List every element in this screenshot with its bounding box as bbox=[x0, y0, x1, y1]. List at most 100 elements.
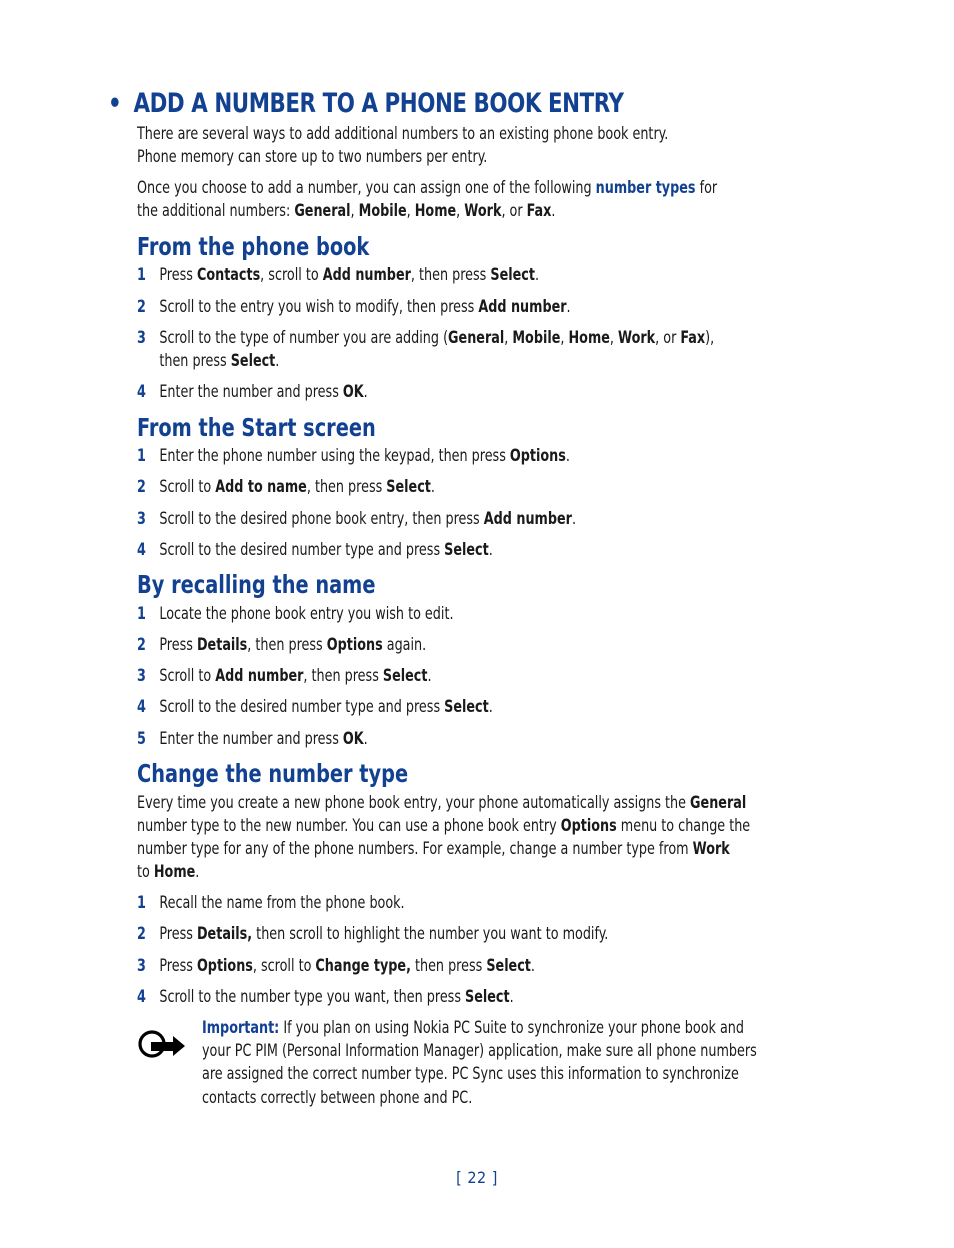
key-label: Add number bbox=[478, 297, 567, 316]
step-text: . bbox=[488, 540, 493, 559]
separator: , bbox=[350, 201, 359, 220]
key-label: Select bbox=[230, 351, 276, 370]
step-text: . bbox=[275, 351, 280, 370]
step-number: 1 bbox=[137, 446, 146, 465]
para-text: . bbox=[195, 862, 200, 881]
para-text: menu to change the bbox=[616, 816, 751, 835]
step-text: Enter the number and press bbox=[159, 382, 343, 401]
step-text: Press bbox=[159, 956, 197, 975]
step: 5 Enter the number and press OK. bbox=[137, 727, 368, 750]
step-text: Scroll to the desired number type and pr… bbox=[159, 540, 445, 559]
key-label: Select bbox=[444, 540, 489, 559]
step-text: . bbox=[363, 729, 368, 748]
note-text: If you plan on using Nokia PC Suite to s… bbox=[279, 1018, 744, 1037]
step-number: 3 bbox=[137, 666, 146, 685]
step-number: 4 bbox=[137, 987, 146, 1006]
change-para-line-1: Every time you create a new phone book e… bbox=[137, 791, 746, 814]
type-fax: Fax bbox=[526, 201, 552, 220]
step-number: 1 bbox=[137, 265, 146, 284]
intro-text: for bbox=[695, 178, 718, 197]
heading-change-number-type: Change the number type bbox=[137, 759, 409, 788]
para-text: number type to the new number. You can u… bbox=[137, 816, 561, 835]
key-label: Select bbox=[465, 987, 510, 1006]
step-text: . bbox=[530, 956, 535, 975]
note-line-3: are assigned the correct number type. PC… bbox=[202, 1064, 739, 1083]
change-para-line-4: to Home. bbox=[137, 860, 199, 883]
separator: , or bbox=[501, 201, 527, 220]
key-label: Contacts bbox=[196, 265, 261, 284]
step-text: , then press bbox=[303, 666, 383, 685]
step-number: 1 bbox=[137, 604, 146, 623]
step-text: . bbox=[509, 987, 514, 1006]
key-label: Add number bbox=[483, 509, 572, 528]
heading-from-start-screen: From the Start screen bbox=[137, 413, 376, 442]
step: 1 Enter the phone number using the keypad… bbox=[137, 444, 570, 467]
step-text: , or bbox=[655, 328, 681, 347]
document-page: • ADD A NUMBER TO A PHONE BOOK ENTRY Ther… bbox=[0, 0, 954, 1248]
step-number: 3 bbox=[137, 509, 146, 528]
key-label: General bbox=[690, 793, 747, 812]
step: 1 Recall the name from the phone book. bbox=[137, 891, 405, 914]
step-text: . bbox=[430, 477, 435, 496]
step-text: ), bbox=[705, 328, 715, 347]
step-text: again. bbox=[382, 635, 427, 654]
step: 2 Press Details, then scroll to highlight… bbox=[137, 922, 608, 945]
key-label: Home bbox=[568, 328, 610, 347]
key-label: Mobile bbox=[512, 328, 561, 347]
intro-text: Once you choose to add a number, you can… bbox=[137, 178, 596, 197]
step-number: 2 bbox=[137, 924, 146, 943]
step-number: 3 bbox=[137, 328, 146, 347]
step: 3 Scroll to the desired phone book entry,… bbox=[137, 507, 576, 530]
step-text: , then press bbox=[306, 477, 387, 496]
step-text: . bbox=[534, 265, 539, 284]
step-number: 4 bbox=[137, 697, 146, 716]
type-work: Work bbox=[464, 201, 502, 220]
step-text: , scroll to bbox=[252, 956, 316, 975]
type-home: Home bbox=[414, 201, 457, 220]
step-text: , then press bbox=[410, 265, 491, 284]
step-text: then scroll to highlight the number you … bbox=[252, 924, 609, 943]
note-line-1: Important: If you plan on using Nokia PC… bbox=[202, 1016, 744, 1039]
step-text: then press bbox=[159, 351, 231, 370]
step-text: Scroll to the desired phone book entry, … bbox=[159, 509, 484, 528]
step-number: 2 bbox=[137, 297, 146, 316]
intro-line-1: There are several ways to add additional… bbox=[137, 124, 669, 143]
step: 3 Press Options, scroll to Change type, t… bbox=[137, 954, 535, 977]
period: . bbox=[551, 201, 556, 220]
key-label: General bbox=[448, 328, 505, 347]
step-text: Enter the phone number using the keypad,… bbox=[159, 446, 510, 465]
step-text: Enter the number and press bbox=[159, 729, 343, 748]
key-label: Select bbox=[486, 956, 531, 975]
separator: , bbox=[456, 201, 465, 220]
step: 2 Scroll to Add to name, then press Selec… bbox=[137, 475, 435, 498]
key-label: Change type, bbox=[315, 956, 411, 975]
para-text: to bbox=[137, 862, 154, 881]
key-label: Options bbox=[196, 956, 253, 975]
para-text: number type for any of the phone numbers… bbox=[137, 839, 693, 858]
key-label: Select bbox=[386, 477, 431, 496]
key-label: Fax bbox=[680, 328, 706, 347]
step-text: . bbox=[488, 697, 493, 716]
step-number: 4 bbox=[137, 382, 146, 401]
step-text: Scroll to bbox=[159, 477, 216, 496]
intro-para-2-line-2: the additional numbers: General, Mobile,… bbox=[137, 199, 555, 222]
change-para-line-3: number type for any of the phone numbers… bbox=[137, 837, 730, 860]
step-text: Recall the name from the phone book. bbox=[159, 893, 405, 912]
type-mobile: Mobile bbox=[358, 201, 407, 220]
step-text: , scroll to bbox=[260, 265, 323, 284]
step-text: Press bbox=[159, 635, 197, 654]
step: 4 Scroll to the number type you want, the… bbox=[137, 985, 514, 1008]
key-label: OK bbox=[342, 729, 364, 748]
step-text: then press bbox=[410, 956, 487, 975]
separator: , bbox=[406, 201, 415, 220]
title-bullet: • bbox=[108, 88, 122, 119]
step: 4 Scroll to the desired number type and p… bbox=[137, 695, 493, 718]
key-label: Details bbox=[196, 635, 248, 654]
key-label: Options bbox=[560, 816, 617, 835]
type-general: General bbox=[294, 201, 351, 220]
step-text: . bbox=[566, 297, 571, 316]
step: 4 Enter the number and press OK. bbox=[137, 380, 368, 403]
key-label: Work bbox=[618, 328, 656, 347]
change-para-line-2: number type to the new number. You can u… bbox=[137, 814, 750, 837]
number-types-link[interactable]: number types bbox=[596, 178, 696, 197]
